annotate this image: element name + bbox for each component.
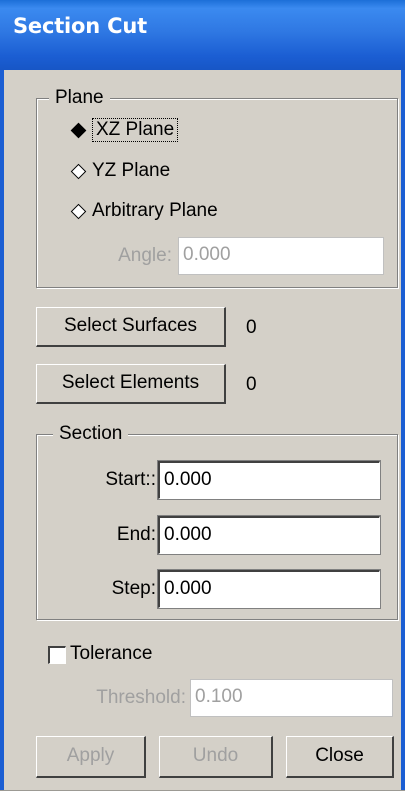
step-label: Step: bbox=[111, 578, 156, 599]
title-bar[interactable]: Section Cut bbox=[0, 0, 405, 70]
section-cut-dialog: Section Cut Plane XZ Plane YZ Plane Arbi… bbox=[0, 0, 405, 791]
tolerance-checkbox[interactable] bbox=[48, 646, 66, 664]
radio-yz-plane[interactable]: YZ Plane bbox=[70, 158, 171, 184]
radio-xz-plane[interactable]: XZ Plane bbox=[70, 117, 179, 143]
end-field[interactable]: 0.000 bbox=[157, 515, 381, 555]
surfaces-count: 0 bbox=[246, 317, 257, 338]
close-button[interactable]: Close bbox=[286, 736, 394, 778]
start-field[interactable]: 0.000 bbox=[157, 460, 381, 500]
undo-button[interactable]: Undo bbox=[159, 736, 273, 778]
start-label: Start:: bbox=[105, 469, 156, 490]
angle-field[interactable]: 0.000 bbox=[178, 237, 384, 275]
angle-label: Angle: bbox=[118, 245, 172, 266]
threshold-field[interactable]: 0.100 bbox=[190, 679, 393, 717]
radio-yz-label: YZ Plane bbox=[92, 160, 171, 181]
tolerance-label: Tolerance bbox=[70, 643, 153, 664]
radio-arbitrary-plane[interactable]: Arbitrary Plane bbox=[70, 198, 218, 224]
elements-count: 0 bbox=[246, 374, 257, 395]
apply-button[interactable]: Apply bbox=[36, 736, 146, 778]
radio-unselected-icon bbox=[70, 163, 87, 179]
step-field[interactable]: 0.000 bbox=[157, 569, 381, 609]
select-surfaces-button[interactable]: Select Surfaces bbox=[36, 307, 226, 347]
select-elements-button[interactable]: Select Elements bbox=[36, 364, 226, 404]
end-label: End: bbox=[116, 524, 156, 545]
threshold-label: Threshold: bbox=[96, 687, 186, 708]
radio-xz-label: XZ Plane bbox=[92, 118, 179, 142]
radio-selected-icon bbox=[70, 122, 87, 138]
plane-legend: Plane bbox=[49, 87, 110, 109]
radio-unselected-icon bbox=[70, 203, 87, 219]
radio-arbitrary-label: Arbitrary Plane bbox=[92, 200, 218, 221]
window-title: Section Cut bbox=[13, 14, 147, 38]
section-legend: Section bbox=[53, 423, 129, 445]
